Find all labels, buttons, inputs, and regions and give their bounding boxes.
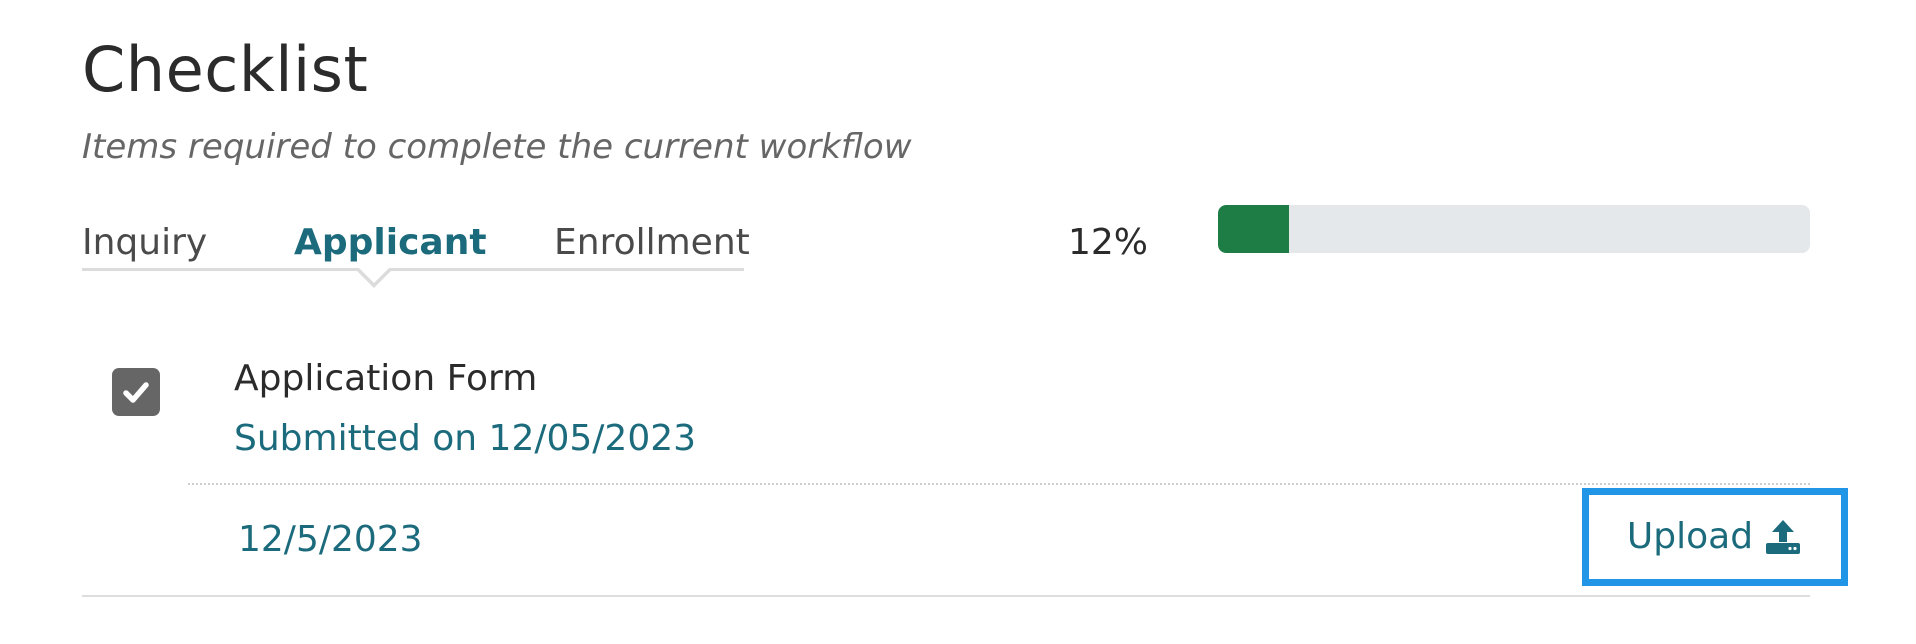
upload-icon bbox=[1763, 517, 1803, 557]
checkmark-icon bbox=[123, 382, 149, 403]
item-checkbox[interactable] bbox=[112, 368, 160, 416]
page-subtitle: Items required to complete the current w… bbox=[82, 127, 912, 167]
progress-percent: 12% bbox=[1068, 222, 1149, 263]
workflow-tabs: Inquiry Applicant Enrollment bbox=[82, 218, 750, 271]
item-divider bbox=[188, 483, 1810, 485]
item-title: Application Form bbox=[234, 358, 538, 399]
upload-button[interactable]: Upload bbox=[1582, 488, 1848, 586]
tab-enrollment[interactable]: Enrollment bbox=[554, 218, 750, 268]
item-date: 12/5/2023 bbox=[238, 519, 423, 560]
item-status: Submitted on 12/05/2023 bbox=[234, 418, 697, 459]
progress-bar bbox=[1218, 205, 1810, 253]
item-bottom-border bbox=[82, 595, 1810, 597]
progress-bar-fill bbox=[1218, 205, 1290, 253]
tab-applicant[interactable]: Applicant bbox=[294, 218, 487, 268]
tab-inquiry[interactable]: Inquiry bbox=[82, 218, 207, 268]
page-title: Checklist bbox=[82, 33, 369, 106]
upload-button-label: Upload bbox=[1626, 516, 1754, 557]
active-tab-indicator bbox=[354, 266, 394, 288]
